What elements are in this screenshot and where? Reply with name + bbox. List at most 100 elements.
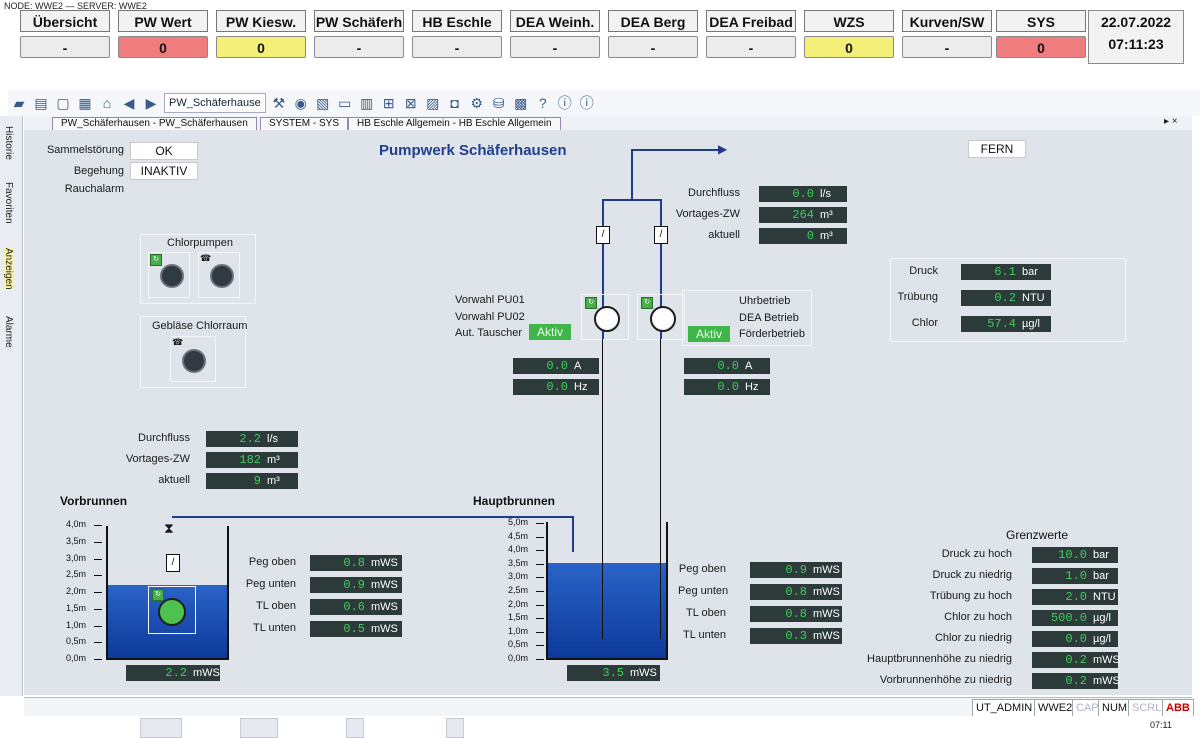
chlorpumpe-2-icon[interactable] [210, 264, 234, 288]
print-icon[interactable]: ▤ [32, 94, 50, 112]
grid-icon[interactable]: ▦ [76, 94, 94, 112]
header-value-5[interactable]: - [510, 36, 600, 58]
chart-icon[interactable]: ▩ [512, 94, 530, 112]
home-icon[interactable]: ⌂ [98, 94, 116, 112]
vb-scale-tickmark-6 [94, 625, 102, 627]
help-icon[interactable]: ? [534, 94, 552, 112]
valve-icon[interactable]: ⧗ [164, 520, 174, 537]
header-title-1[interactable]: PW Wert [118, 10, 208, 32]
chlorpumpe-1-icon[interactable] [160, 264, 184, 288]
grenzwert-value-1: 1.0 [1032, 568, 1090, 584]
vb-scale-tickmark-4 [94, 592, 102, 593]
vb-reading-value-1: 0.9 [310, 577, 368, 593]
header-title-4[interactable]: HB Eschle [412, 10, 502, 32]
hb-scale-tick-0: 5,0m [508, 517, 529, 527]
wrench-icon[interactable]: ⚒ [270, 94, 288, 112]
vorbrunnen-pump-icon[interactable] [158, 598, 186, 626]
network-error-icon[interactable]: ⊠ [402, 94, 420, 112]
hb-scale-tick-4: 3,0m [508, 571, 529, 582]
header-value-10[interactable]: 0 [996, 36, 1086, 58]
header-title-3[interactable]: PW Schäferh [314, 10, 404, 32]
quality-value-1: 0.2 [961, 290, 1019, 306]
header-value-0[interactable]: - [20, 36, 110, 58]
grenzwert-label-4: Chlor zu niedrig [934, 632, 1012, 644]
camera-icon[interactable]: ◘ [446, 94, 464, 112]
header-value-2[interactable]: 0 [216, 36, 306, 58]
taskbar-item[interactable] [346, 718, 364, 738]
uhrbetrieb-label: Uhrbetrieb [739, 295, 791, 307]
tab-controls[interactable]: ▸ × [1164, 116, 1178, 127]
header-value-7[interactable]: - [706, 36, 796, 58]
hb-scale-tick-6: 2,0m [508, 598, 529, 609]
header-value-3[interactable]: - [314, 36, 404, 58]
folder-icon[interactable]: ▰ [10, 94, 28, 112]
grenzwert-label-3: Chlor zu hoch [944, 611, 1012, 623]
forward-arrow-icon[interactable]: ▶ [142, 94, 160, 112]
vorwahl-pu01-label: Vorwahl PU01 [455, 294, 525, 306]
pump-pu01-icon[interactable] [594, 306, 620, 332]
tab-pw-schaeferhausen[interactable]: PW_Schäferhausen - PW_Schäferhausen [52, 117, 257, 130]
window-icon[interactable]: ▢ [54, 94, 72, 112]
pump-pu02-icon[interactable] [650, 306, 676, 332]
header-value-8[interactable]: 0 [804, 36, 894, 58]
vb-scale-tickmark-1 [94, 541, 102, 543]
header-title-8[interactable]: WZS [804, 10, 894, 32]
hb-reading-label-3: TL unten [682, 629, 726, 641]
vorwahl-pu02-label: Vorwahl PU02 [455, 311, 525, 323]
header-title-2[interactable]: PW Kiesw. [216, 10, 306, 32]
left-flow-value-1: 182 [206, 452, 264, 468]
picture-selector[interactable]: PW_Schäferhause [164, 93, 266, 113]
taskbar-item[interactable] [446, 718, 464, 738]
grenzwert-unit-3: µg/l [1090, 610, 1118, 626]
header-value-4[interactable]: - [412, 36, 502, 58]
image-icon[interactable]: ▨ [424, 94, 442, 112]
monitor-icon[interactable]: ▭ [336, 94, 354, 112]
grenzwert-label-1: Druck zu niedrig [932, 569, 1012, 581]
geblaese-icon[interactable] [182, 349, 206, 373]
taskbar-item[interactable] [140, 718, 182, 738]
header-title-7[interactable]: DEA Freibad [706, 10, 796, 32]
vb-scale-tickmark-0 [94, 525, 102, 526]
back-arrow-icon[interactable]: ◀ [120, 94, 138, 112]
speaker-icon[interactable]: ◉ [292, 94, 310, 112]
foerderbetrieb-label: Förderbetrieb [739, 328, 806, 340]
sidebar-item-historie[interactable]: Historie [3, 126, 14, 160]
left-sidebar: Historie Favoriten Anzeigen Alarme [0, 116, 23, 696]
chlorpumpen-label: Chlorpumpen [167, 237, 234, 249]
vb-reading-label-2: TL oben [256, 600, 296, 612]
document-icon[interactable]: ▥ [358, 94, 376, 112]
header-value-9[interactable]: - [902, 36, 992, 58]
taskbar-item[interactable] [240, 718, 278, 738]
begehung-value: INAKTIV [130, 162, 198, 180]
flow-arrow-icon: ▶ [718, 142, 728, 156]
grenzwert-label-2: Trübung zu hoch [929, 590, 1012, 602]
sidebar-item-anzeigen[interactable]: Anzeigen [3, 248, 14, 290]
header-title-10[interactable]: SYS [996, 10, 1086, 32]
vorbrunnen-level-unit: mWS [190, 665, 220, 681]
manifold-pipe [602, 199, 662, 201]
header-col-10: SYS 0 [996, 10, 1086, 62]
database-icon[interactable]: ⛁ [490, 94, 508, 112]
network-icon[interactable]: ⊞ [380, 94, 398, 112]
report-icon[interactable]: ▧ [314, 94, 332, 112]
sidebar-item-alarme[interactable]: Alarme [3, 316, 14, 348]
info-icon[interactable]: ⓘ [556, 94, 574, 112]
left-flow-label-1: Vortages-ZW [125, 453, 190, 465]
fern-status: FERN [968, 140, 1026, 158]
tab-hb-eschle[interactable]: HB Eschle Allgemein - HB Eschle Allgemei… [348, 117, 561, 130]
hauptbrunnen-water-level [548, 563, 666, 658]
header-title-6[interactable]: DEA Berg [608, 10, 698, 32]
header-value-6[interactable]: - [608, 36, 698, 58]
header-title-0[interactable]: Übersicht [20, 10, 110, 32]
settings-icon[interactable]: ⚙ [468, 94, 486, 112]
hb-reading-unit-0: mWS [810, 562, 842, 578]
hb-scale-tickmark-7 [536, 618, 544, 620]
header-title-9[interactable]: Kurven/SW [902, 10, 992, 32]
header-value-1[interactable]: 0 [118, 36, 208, 58]
header-title-5[interactable]: DEA Weinh. [510, 10, 600, 32]
vb-scale-tickmark-2 [94, 558, 102, 560]
tab-system[interactable]: SYSTEM - SYS [260, 117, 349, 130]
aut-tauscher-label: Aut. Tauscher [455, 327, 523, 339]
sidebar-item-favoriten[interactable]: Favoriten [3, 182, 14, 224]
about-icon[interactable]: ⓘ [578, 94, 596, 112]
